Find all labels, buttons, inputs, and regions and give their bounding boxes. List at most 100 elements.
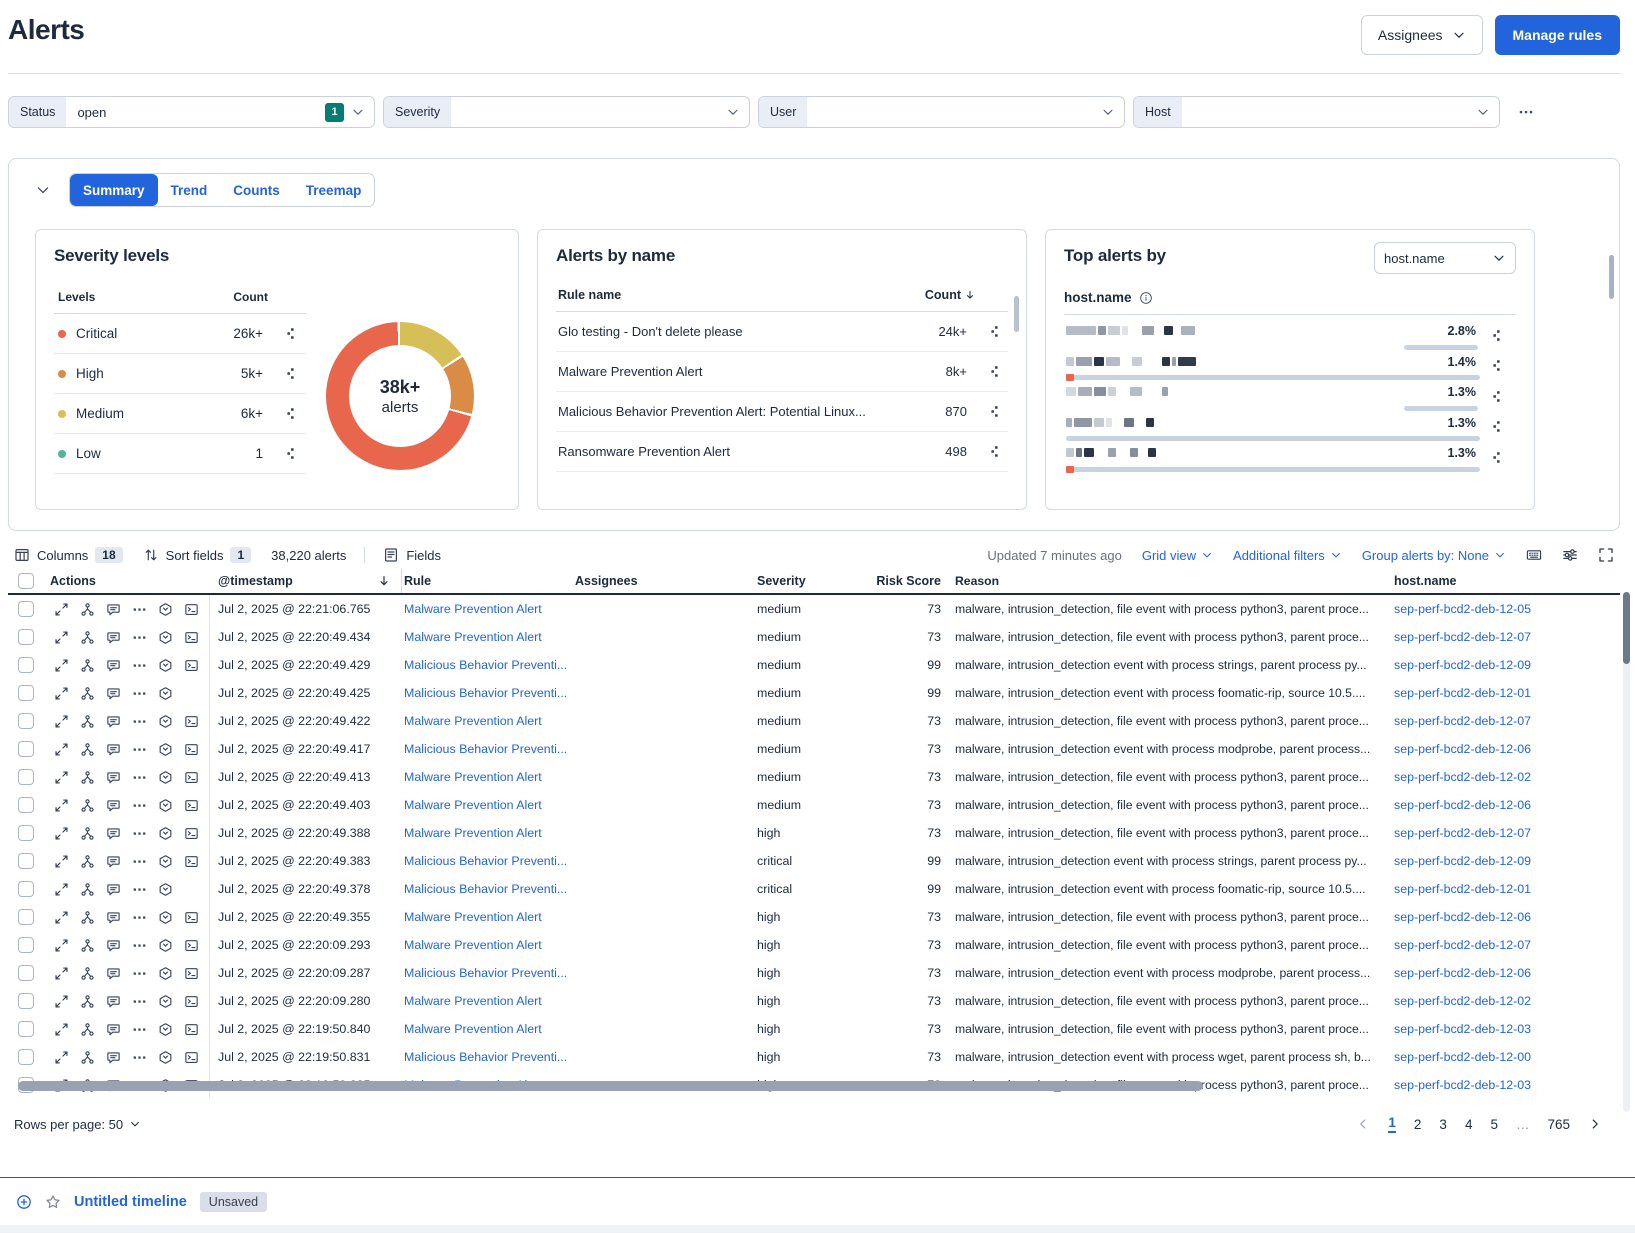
keyboard-shortcuts-button[interactable] [1526,547,1542,563]
row-checkbox[interactable] [18,937,34,953]
session-view-button[interactable] [154,1047,177,1067]
more-actions-button[interactable] [128,963,151,983]
row-checkbox[interactable] [18,769,34,785]
page-5-button[interactable]: 5 [1490,1117,1498,1132]
host-link[interactable]: sep-perf-bcd2-deb-12-03 [1394,1078,1531,1092]
rule-link[interactable]: Malware Prevention Alert [404,602,542,616]
next-page-button[interactable] [1588,1117,1602,1131]
page-3-button[interactable]: 3 [1439,1117,1447,1132]
rule-link[interactable]: Malicious Behavior Preventi... [404,1050,567,1064]
host-link[interactable]: sep-perf-bcd2-deb-12-01 [1394,686,1531,700]
expand-alert-button[interactable] [50,991,73,1011]
inspect-button[interactable] [279,444,302,464]
more-actions-button[interactable] [128,935,151,955]
analyze-event-button[interactable] [76,991,99,1011]
columns-button[interactable]: Columns 18 [14,547,123,563]
open-terminal-button[interactable] [180,711,203,731]
row-checkbox[interactable] [18,853,34,869]
add-note-button[interactable] [102,739,125,759]
more-actions-button[interactable] [128,739,151,759]
host-link[interactable]: sep-perf-bcd2-deb-12-07 [1394,826,1531,840]
row-checkbox[interactable] [18,713,34,729]
more-actions-button[interactable] [128,655,151,675]
row-checkbox[interactable] [18,1021,34,1037]
host-link[interactable]: sep-perf-bcd2-deb-12-03 [1394,1022,1531,1036]
host-link[interactable]: sep-perf-bcd2-deb-12-06 [1394,910,1531,924]
top-alerts-field-select[interactable]: host.name [1374,242,1516,274]
host-link[interactable]: sep-perf-bcd2-deb-12-06 [1394,798,1531,812]
session-view-button[interactable] [154,1019,177,1039]
add-note-button[interactable] [102,1047,125,1067]
more-actions-button[interactable] [128,683,151,703]
open-terminal-button[interactable] [180,599,203,619]
row-checkbox[interactable] [18,825,34,841]
session-view-button[interactable] [154,991,177,1011]
collapse-summary-button[interactable] [35,182,51,198]
more-actions-button[interactable] [128,823,151,843]
session-view-button[interactable] [154,711,177,731]
more-filter-options-button[interactable] [1518,104,1534,120]
open-terminal-button[interactable] [180,795,203,815]
previous-page-button[interactable] [1356,1117,1370,1131]
row-checkbox[interactable] [18,741,34,757]
page-765-button[interactable]: 765 [1547,1117,1570,1132]
analyze-event-button[interactable] [76,683,99,703]
rule-link[interactable]: Malware Prevention Alert [404,910,542,924]
row-checkbox[interactable] [18,601,34,617]
add-note-button[interactable] [102,963,125,983]
add-note-button[interactable] [102,907,125,927]
severity-filter[interactable]: Severity [383,96,750,128]
count-column-header[interactable]: Count [925,288,976,302]
analyze-event-button[interactable] [76,1019,99,1039]
add-note-button[interactable] [102,879,125,899]
alerts-by-name-scrollbar[interactable] [1014,296,1019,332]
user-filter[interactable]: User [758,96,1125,128]
open-terminal-button[interactable] [180,739,203,759]
open-terminal-button[interactable] [180,823,203,843]
rule-link[interactable]: Malware Prevention Alert [404,1022,542,1036]
open-terminal-button[interactable] [180,991,203,1011]
expand-alert-button[interactable] [50,711,73,731]
open-terminal-button[interactable] [180,907,203,927]
select-all-checkbox[interactable] [18,573,34,589]
inspect-button[interactable] [1485,447,1508,467]
assignees-column-header[interactable]: Assignees [575,569,757,593]
rule-link[interactable]: Malicious Behavior Preventi... [404,686,567,700]
host-filter[interactable]: Host [1133,96,1500,128]
host-link[interactable]: sep-perf-bcd2-deb-12-07 [1394,714,1531,728]
add-note-button[interactable] [102,935,125,955]
timeline-title[interactable]: Untitled timeline [74,1194,187,1210]
row-checkbox[interactable] [18,909,34,925]
analyze-event-button[interactable] [76,767,99,787]
host-link[interactable]: sep-perf-bcd2-deb-12-05 [1394,602,1531,616]
expand-alert-button[interactable] [50,823,73,843]
status-filter[interactable]: Status open 1 [8,96,375,128]
expand-alert-button[interactable] [50,739,73,759]
analyze-event-button[interactable] [76,935,99,955]
host-link[interactable]: sep-perf-bcd2-deb-12-01 [1394,882,1531,896]
analyze-event-button[interactable] [76,711,99,731]
open-terminal-button[interactable] [180,655,203,675]
inspect-button[interactable] [1485,386,1508,406]
inspect-button[interactable] [983,442,1006,462]
session-view-button[interactable] [154,795,177,815]
row-checkbox[interactable] [18,965,34,981]
more-actions-button[interactable] [128,879,151,899]
open-terminal-button[interactable] [180,935,203,955]
add-note-button[interactable] [102,795,125,815]
timestamp-column-header[interactable]: @timestamp [210,569,402,593]
horizontal-scrollbar[interactable] [18,1081,1203,1091]
analyze-event-button[interactable] [76,907,99,927]
session-view-button[interactable] [154,655,177,675]
open-terminal-button[interactable] [180,963,203,983]
row-checkbox[interactable] [18,797,34,813]
tab-treemap[interactable]: Treemap [293,174,375,206]
row-checkbox[interactable] [18,1049,34,1065]
inspect-button[interactable] [279,404,302,424]
page-2-button[interactable]: 2 [1414,1117,1422,1132]
more-actions-button[interactable] [128,599,151,619]
rule-link[interactable]: Malware Prevention Alert [404,714,542,728]
session-view-button[interactable] [154,879,177,899]
sort-fields-button[interactable]: Sort fields 1 [143,547,252,563]
inspect-button[interactable] [279,364,302,384]
